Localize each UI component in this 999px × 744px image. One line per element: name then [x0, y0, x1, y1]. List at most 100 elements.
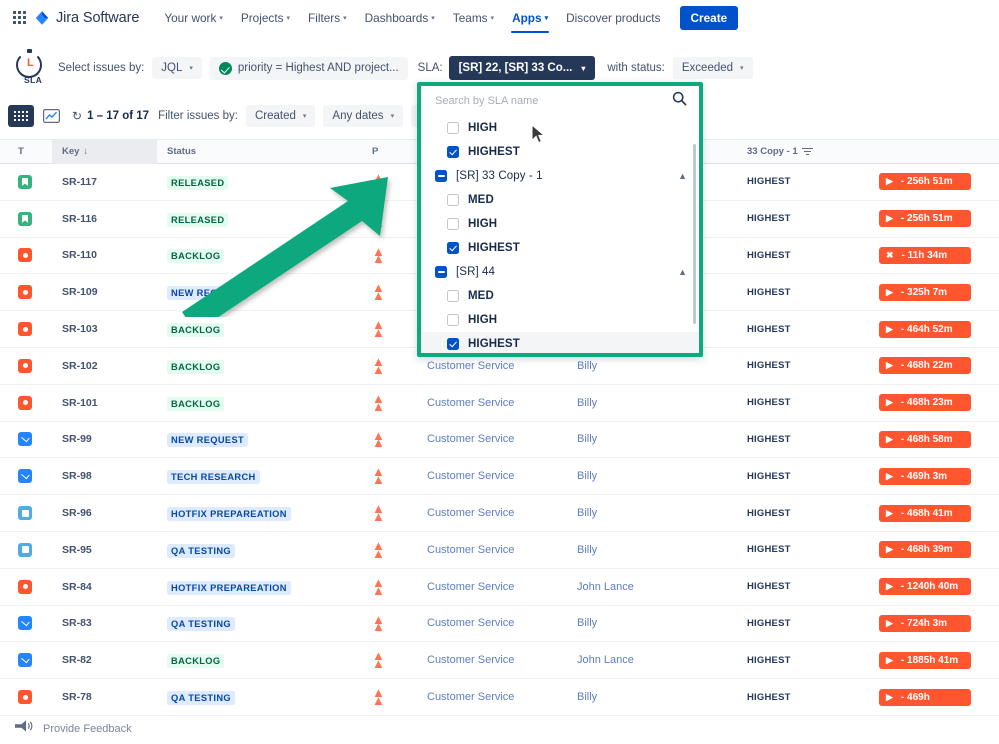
issue-key-cell[interactable]: SR-103 [52, 323, 157, 335]
assignee-cell[interactable]: Billy [577, 433, 747, 445]
checkbox-checked[interactable] [447, 146, 459, 158]
issue-key-cell[interactable]: SR-101 [52, 397, 157, 409]
sla-status-select[interactable]: Exceeded ▾ [673, 57, 753, 79]
issue-key-cell[interactable]: SR-95 [52, 544, 157, 556]
table-row[interactable]: SR-82BACKLOG▲▲Customer ServiceJohn Lance… [0, 642, 999, 679]
nav-item-filters[interactable]: Filters ▾ [299, 0, 356, 36]
request-type-cell[interactable]: Customer Service [427, 433, 577, 445]
provide-feedback-bar[interactable]: Provide Feedback [14, 719, 132, 738]
nav-item-teams[interactable]: Teams ▾ [444, 0, 503, 36]
request-type-cell[interactable]: Customer Service [427, 544, 577, 556]
assignee-cell[interactable]: Billy [577, 507, 747, 519]
sla-copy-cell: HIGHEST [747, 213, 879, 224]
sla-search-field[interactable]: Search by SLA name [421, 86, 699, 116]
issue-key-cell[interactable]: SR-102 [52, 360, 157, 372]
nav-item-projects[interactable]: Projects ▾ [232, 0, 299, 36]
request-type-cell[interactable]: Customer Service [427, 617, 577, 629]
assignee-cell[interactable]: John Lance [577, 654, 747, 666]
app-switcher-icon[interactable] [6, 11, 32, 24]
request-type-cell[interactable]: Customer Service [427, 470, 577, 482]
checkbox-indeterminate[interactable] [435, 266, 447, 278]
sla-option-row[interactable]: HIGH [421, 116, 699, 140]
request-type-cell[interactable]: Customer Service [427, 581, 577, 593]
sla-option-row[interactable]: MED [421, 284, 699, 308]
sla-search-placeholder: Search by SLA name [435, 95, 538, 107]
assignee-cell[interactable]: Billy [577, 617, 747, 629]
checkbox-unchecked[interactable] [447, 314, 459, 326]
nav-item-apps[interactable]: Apps ▾ [503, 0, 557, 36]
checkbox-unchecked[interactable] [447, 122, 459, 134]
checkbox-checked[interactable] [447, 338, 459, 350]
issue-key-cell[interactable]: SR-83 [52, 617, 157, 629]
table-row[interactable]: SR-99NEW REQUEST▲▲Customer ServiceBillyH… [0, 422, 999, 459]
refresh-icon[interactable]: ↻ [72, 109, 82, 123]
sla-option-row[interactable]: HIGHEST [421, 332, 699, 353]
issue-source-select[interactable]: JQL ▾ [152, 57, 202, 79]
assignee-cell[interactable]: Billy [577, 470, 747, 482]
issue-key-cell[interactable]: SR-109 [52, 286, 157, 298]
sla-option-row[interactable]: HIGH [421, 308, 699, 332]
chevron-down-icon: ▾ [391, 113, 395, 120]
sla-option-row[interactable]: HIGHEST [421, 236, 699, 260]
table-row[interactable]: SR-95QA TESTING▲▲Customer ServiceBillyHI… [0, 532, 999, 569]
issue-key-cell[interactable]: SR-98 [52, 470, 157, 482]
jira-brand-logo[interactable]: Jira Software [34, 10, 139, 26]
search-icon[interactable] [672, 91, 687, 111]
sla-name-select[interactable]: [SR] 22, [SR] 33 Co... ▾ [449, 56, 596, 80]
assignee-cell[interactable]: Billy [577, 691, 747, 703]
filter-icon[interactable] [802, 148, 813, 156]
sla-group-row[interactable]: [SR] 44▲ [421, 260, 699, 284]
nav-item-dashboards[interactable]: Dashboards ▾ [356, 0, 444, 36]
issue-key-cell[interactable]: SR-78 [52, 691, 157, 703]
sla-play-icon: ▶ [886, 214, 893, 223]
chevron-up-icon[interactable]: ▲ [678, 171, 687, 181]
sla-option-row[interactable]: HIGHEST [421, 140, 699, 164]
nav-item-discover-products[interactable]: Discover products [557, 0, 669, 36]
table-row[interactable]: SR-83QA TESTING▲▲Customer ServiceBillyHI… [0, 606, 999, 643]
issue-key-cell[interactable]: SR-99 [52, 433, 157, 445]
issue-key-cell[interactable]: SR-117 [52, 176, 157, 188]
table-row[interactable]: SR-101BACKLOG▲▲Customer ServiceBillyHIGH… [0, 385, 999, 422]
assignee-cell[interactable]: Billy [577, 360, 747, 372]
date-range-select[interactable]: Any dates ▾ [323, 105, 403, 127]
issue-key-cell[interactable]: SR-84 [52, 581, 157, 593]
assignee-cell[interactable]: Billy [577, 397, 747, 409]
date-field-select[interactable]: Created ▾ [246, 105, 315, 127]
request-type-cell[interactable]: Customer Service [427, 507, 577, 519]
chart-view-icon[interactable] [39, 105, 63, 127]
checkbox-unchecked[interactable] [447, 218, 459, 230]
issue-key-cell[interactable]: SR-110 [52, 249, 157, 261]
column-header-status[interactable]: Status [157, 146, 372, 157]
checkbox-unchecked[interactable] [447, 194, 459, 206]
table-row[interactable]: SR-78QA TESTING▲▲Customer ServiceBillyHI… [0, 679, 999, 716]
assignee-cell[interactable]: John Lance [577, 581, 747, 593]
request-type-cell[interactable]: Customer Service [427, 691, 577, 703]
request-type-cell[interactable]: Customer Service [427, 360, 577, 372]
chevron-down-icon: ▾ [189, 65, 193, 72]
issue-key-cell[interactable]: SR-96 [52, 507, 157, 519]
sla-option-row[interactable]: MED [421, 188, 699, 212]
request-type-cell[interactable]: Customer Service [427, 397, 577, 409]
create-button[interactable]: Create [680, 6, 739, 30]
issue-key-cell[interactable]: SR-82 [52, 654, 157, 666]
checkbox-unchecked[interactable] [447, 290, 459, 302]
sla-copy-cell: HIGHEST [747, 544, 879, 555]
table-row[interactable]: SR-98TECH RESEARCH▲▲Customer ServiceBill… [0, 458, 999, 495]
chevron-up-icon[interactable]: ▲ [678, 267, 687, 277]
column-header-type[interactable]: T [0, 146, 52, 157]
dropdown-scrollbar[interactable] [693, 144, 696, 324]
column-header-sla-copy[interactable]: 33 Copy - 1 [747, 146, 879, 157]
checkbox-checked[interactable] [447, 242, 459, 254]
sla-option-row[interactable]: HIGH [421, 212, 699, 236]
checkbox-indeterminate[interactable] [435, 170, 447, 182]
issue-key-cell[interactable]: SR-116 [52, 213, 157, 225]
jql-query-field[interactable]: priority = Highest AND project... [210, 57, 408, 80]
table-row[interactable]: SR-84HOTFIX PREPAREATION▲▲Customer Servi… [0, 569, 999, 606]
request-type-cell[interactable]: Customer Service [427, 654, 577, 666]
grid-view-icon[interactable] [8, 105, 34, 127]
sla-group-row[interactable]: [SR] 33 Copy - 1▲ [421, 164, 699, 188]
table-row[interactable]: SR-96HOTFIX PREPAREATION▲▲Customer Servi… [0, 495, 999, 532]
assignee-cell[interactable]: Billy [577, 544, 747, 556]
nav-item-your-work[interactable]: Your work ▾ [155, 0, 232, 36]
column-header-key[interactable]: Key ↓ [52, 139, 157, 164]
